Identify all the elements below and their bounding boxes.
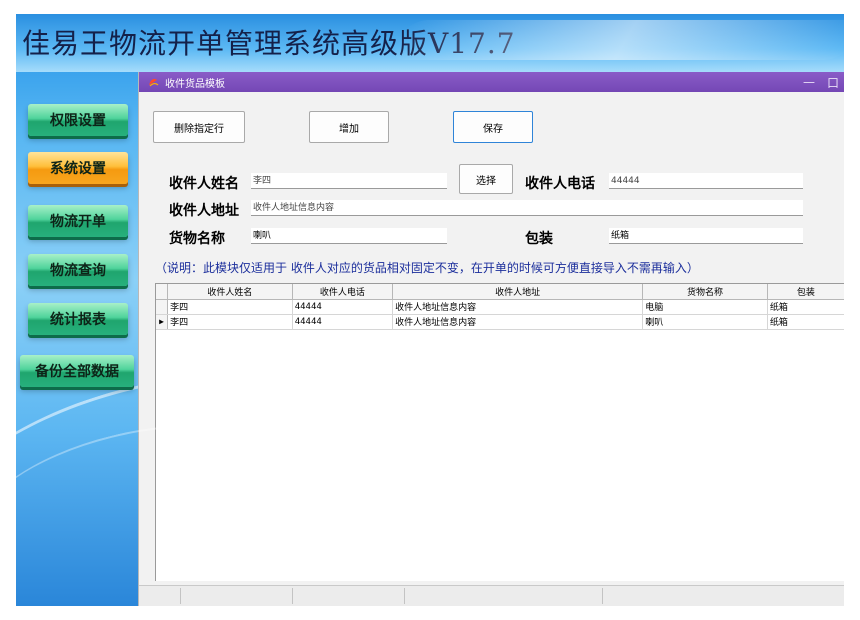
app-logo-icon bbox=[145, 74, 161, 90]
row-header[interactable]: ▶ bbox=[156, 314, 169, 330]
sidebar: 权限设置 系统设置 物流开单 物流查询 统计报表 备份全部数据 bbox=[16, 72, 138, 606]
table-cell[interactable]: 李四 bbox=[167, 314, 293, 330]
recipient-phone-field[interactable]: 44444 bbox=[609, 173, 803, 189]
template-window: 收件货品模板 — 口 删除指定行 增加 保存 收件人姓名 李四 选择 收件人电话… bbox=[138, 72, 844, 606]
table-header-row: 收件人姓名 收件人电话 收件人地址 货物名称 包装 bbox=[156, 284, 844, 300]
sidebar-item-statistics[interactable]: 统计报表 bbox=[28, 303, 128, 335]
sidebar-item-permissions[interactable]: 权限设置 bbox=[28, 104, 128, 136]
sidebar-item-backup-all[interactable]: 备份全部数据 bbox=[20, 355, 134, 387]
template-grid[interactable]: 收件人姓名 收件人电话 收件人地址 货物名称 包装 李四 44444 收件人地址… bbox=[155, 283, 844, 581]
recipient-name-field[interactable]: 李四 bbox=[251, 173, 447, 189]
add-button[interactable]: 增加 bbox=[309, 111, 389, 143]
status-segment bbox=[181, 588, 293, 604]
app-window: 佳易王物流开单管理系统高级版V17.7 权限设置 系统设置 物流开单 物流查询 … bbox=[16, 14, 844, 606]
goods-name-label: 货物名称 bbox=[169, 231, 225, 247]
column-header-package[interactable]: 包装 bbox=[767, 284, 844, 300]
module-hint: （说明：此模块仅适用于 收件人对应的货品相对固定不变，在开单的时候可方便直接导入… bbox=[155, 261, 699, 275]
minimize-button[interactable]: — bbox=[797, 75, 821, 89]
row-header-corner[interactable] bbox=[156, 284, 169, 300]
recipient-address-label: 收件人地址 bbox=[169, 203, 239, 219]
table-row[interactable]: ▶ 李四 44444 收件人地址信息内容 喇叭 纸箱 bbox=[156, 314, 844, 330]
column-header-name[interactable]: 收件人姓名 bbox=[167, 284, 293, 300]
sidebar-item-system-settings[interactable]: 系统设置 bbox=[28, 152, 128, 184]
table-cell[interactable]: 纸箱 bbox=[767, 299, 844, 315]
sidebar-item-logistics-order[interactable]: 物流开单 bbox=[28, 205, 128, 237]
table-cell[interactable]: 收件人地址信息内容 bbox=[392, 314, 644, 330]
recipient-name-label: 收件人姓名 bbox=[169, 176, 239, 192]
row-header[interactable] bbox=[156, 299, 169, 315]
app-title-bar: 佳易王物流开单管理系统高级版V17.7 bbox=[16, 14, 844, 72]
column-header-phone[interactable]: 收件人电话 bbox=[292, 284, 394, 300]
window-title-bar: 收件货品模板 — 口 bbox=[139, 72, 844, 92]
table-cell[interactable]: 44444 bbox=[292, 299, 394, 315]
delete-row-button[interactable]: 删除指定行 bbox=[153, 111, 245, 143]
column-header-address[interactable]: 收件人地址 bbox=[392, 284, 644, 300]
template-table: 收件人姓名 收件人电话 收件人地址 货物名称 包装 李四 44444 收件人地址… bbox=[156, 284, 844, 330]
table-cell[interactable]: 喇叭 bbox=[642, 314, 768, 330]
column-header-goods[interactable]: 货物名称 bbox=[642, 284, 768, 300]
table-cell[interactable]: 李四 bbox=[167, 299, 293, 315]
status-segment bbox=[405, 588, 603, 604]
status-segment bbox=[139, 588, 181, 604]
maximize-button[interactable]: 口 bbox=[821, 74, 844, 91]
recipient-address-field[interactable]: 收件人地址信息内容 bbox=[251, 200, 803, 216]
goods-name-field[interactable]: 喇叭 bbox=[251, 228, 447, 244]
status-segment bbox=[293, 588, 405, 604]
save-button[interactable]: 保存 bbox=[453, 111, 533, 143]
table-cell[interactable]: 纸箱 bbox=[767, 314, 844, 330]
sidebar-item-logistics-query[interactable]: 物流查询 bbox=[28, 254, 128, 286]
select-button[interactable]: 选择 bbox=[459, 164, 513, 194]
table-cell[interactable]: 电脑 bbox=[642, 299, 768, 315]
app-title: 佳易王物流开单管理系统高级版V17.7 bbox=[22, 27, 516, 60]
row-pointer-icon: ▶ bbox=[159, 316, 164, 326]
recipient-phone-label: 收件人电话 bbox=[525, 176, 595, 192]
package-label: 包装 bbox=[525, 231, 553, 247]
package-field[interactable]: 纸箱 bbox=[609, 228, 803, 244]
status-bar bbox=[139, 585, 844, 606]
window-title: 收件货品模板 bbox=[165, 78, 225, 90]
table-cell[interactable]: 44444 bbox=[292, 314, 394, 330]
table-row[interactable]: 李四 44444 收件人地址信息内容 电脑 纸箱 bbox=[156, 299, 844, 315]
table-cell[interactable]: 收件人地址信息内容 bbox=[392, 299, 644, 315]
